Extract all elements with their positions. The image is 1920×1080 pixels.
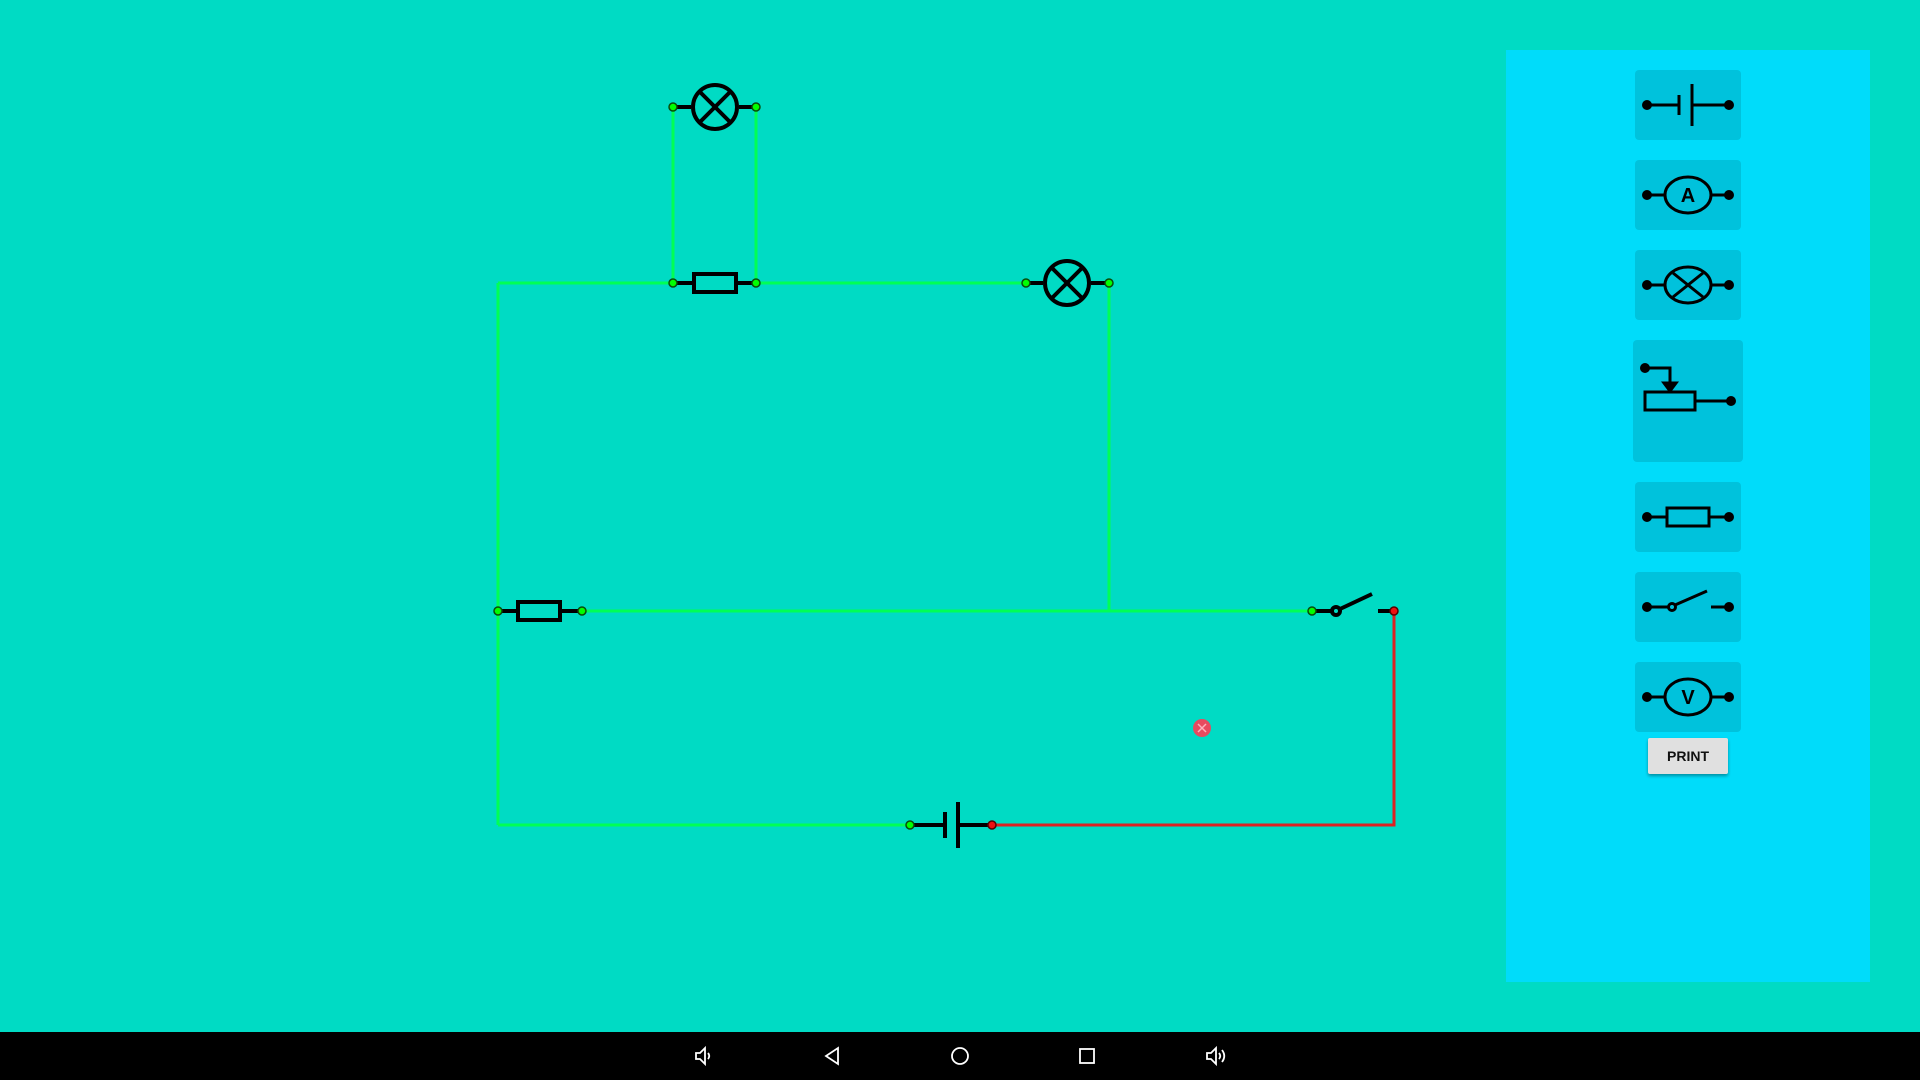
ammeter-icon: A	[1642, 175, 1734, 215]
recents-icon[interactable]	[1075, 1044, 1099, 1068]
resistor-left[interactable]	[498, 600, 582, 622]
lamp-right[interactable]	[1026, 259, 1109, 307]
add-rheostat-button[interactable]	[1633, 340, 1743, 462]
home-icon[interactable]	[948, 1044, 972, 1068]
add-voltmeter-button[interactable]: V	[1635, 662, 1741, 732]
volume-down-icon[interactable]	[691, 1044, 715, 1068]
terminals-connected[interactable]	[493, 102, 1317, 830]
rheostat-icon	[1640, 363, 1736, 412]
lamp-top[interactable]	[673, 83, 756, 131]
wires-connected	[496, 107, 1312, 827]
voltmeter-symbol: V	[1681, 687, 1695, 709]
volume-up-icon[interactable]	[1204, 1044, 1228, 1068]
cell[interactable]	[910, 802, 992, 848]
add-cell-button[interactable]	[1635, 70, 1741, 140]
close-icon[interactable]	[1193, 719, 1211, 737]
switch-icon	[1642, 589, 1734, 612]
system-navigation-bar	[0, 1032, 1920, 1080]
wires-disconnected	[992, 611, 1396, 827]
terminals-disconnected[interactable]	[987, 606, 1399, 830]
add-resistor-button[interactable]	[1635, 482, 1741, 552]
add-switch-button[interactable]	[1635, 572, 1741, 642]
voltmeter-icon: V	[1642, 677, 1734, 717]
component-palette: A V PRINT	[1506, 50, 1870, 982]
resistor-top[interactable]	[673, 272, 756, 294]
back-icon[interactable]	[820, 1044, 844, 1068]
lamp-icon	[1642, 265, 1734, 305]
resistor-icon	[1642, 506, 1734, 528]
cell-icon	[1642, 84, 1734, 126]
add-ammeter-button[interactable]: A	[1635, 160, 1741, 230]
ammeter-symbol: A	[1681, 185, 1695, 207]
switch[interactable]	[1312, 592, 1394, 617]
print-button[interactable]: PRINT	[1648, 738, 1728, 774]
add-lamp-button[interactable]	[1635, 250, 1741, 320]
